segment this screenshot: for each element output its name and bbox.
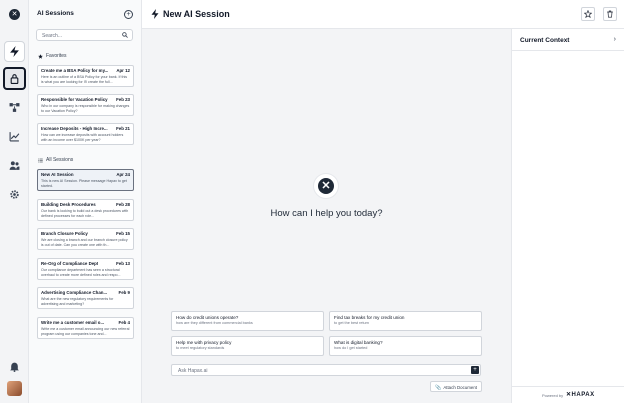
- chevron-right-icon[interactable]: ›: [614, 36, 616, 43]
- attach-document-button[interactable]: 📎 Attach Document: [430, 381, 482, 392]
- users-icon[interactable]: [4, 155, 25, 176]
- session-preview: What are the new regulatory requirements…: [41, 297, 114, 306]
- favorites-label: Favorites: [46, 53, 67, 59]
- session-title: Write me a customer email o...: [41, 320, 105, 325]
- favorite-button[interactable]: [581, 7, 595, 21]
- page-title: New AI Session: [163, 9, 230, 19]
- session-card[interactable]: Building Desk Procedures Feb 28 Our bank …: [37, 199, 134, 221]
- session-preview: Write me a customer email announcing our…: [41, 327, 130, 336]
- app: ✕ AI Sessions + Search... Favorites Crea…: [0, 0, 624, 403]
- session-date: Feb 13: [116, 261, 130, 266]
- session-card[interactable]: Increase Deposits - High Incre... Feb 21 …: [37, 123, 134, 145]
- session-date: Apr 24: [116, 172, 130, 177]
- session-preview: This is new AI Session. Please message H…: [41, 179, 127, 188]
- lock-icon[interactable]: [3, 67, 26, 90]
- bell-icon[interactable]: [4, 356, 25, 377]
- session-title: Branch Closure Policy: [41, 231, 88, 236]
- session-date: Feb 21: [116, 126, 130, 131]
- ask-placeholder: Ask Hapax.ai: [178, 368, 208, 374]
- suggestion-card[interactable]: Find tax breaks for my credit union to g…: [329, 311, 482, 331]
- session-preview: Our bank is looking to build out a desk …: [41, 209, 129, 218]
- suggestion-title: What is digital banking?: [334, 340, 383, 345]
- top-bar: New AI Session: [142, 0, 624, 29]
- all-sessions-section: All Sessions: [38, 157, 73, 163]
- brand-name: HAPAX: [571, 392, 595, 398]
- context-title: Current Context: [520, 37, 570, 44]
- all-sessions-label: All Sessions: [46, 157, 74, 163]
- bolt-icon: [151, 9, 159, 19]
- brand-logo: ✕HAPAX: [566, 392, 595, 398]
- session-preview: Who in our company is responsible for ma…: [41, 104, 130, 113]
- session-card[interactable]: Create me a BSA Policy for my... Apr 12 H…: [37, 65, 134, 87]
- session-title: Re-Org of Compliance Dept: [41, 261, 99, 266]
- suggestion-card[interactable]: How do credit unions operate? how are th…: [171, 311, 324, 331]
- attach-label: Attach Document: [443, 385, 477, 390]
- session-card[interactable]: Branch Closure Policy Feb 15 We are closi…: [37, 228, 134, 250]
- session-card[interactable]: Write me a customer email o... Feb 4 Writ…: [37, 317, 134, 339]
- gear-icon[interactable]: [4, 184, 25, 205]
- session-card[interactable]: Advertising Compliance Chan... Feb 9 What…: [37, 287, 134, 309]
- left-rail: ✕: [0, 0, 29, 403]
- favorites-section: Favorites: [38, 53, 67, 59]
- suggestion-subtitle: how are they different from commercial b…: [176, 321, 253, 325]
- session-title: New AI Session: [41, 172, 74, 177]
- suggestion-card[interactable]: Help me with privacy policy to meet regu…: [171, 336, 324, 356]
- session-date: Feb 15: [116, 231, 130, 236]
- session-title: Create me a BSA Policy for my...: [41, 68, 109, 73]
- search-placeholder: Search...: [42, 33, 63, 39]
- chart-icon[interactable]: [4, 126, 25, 147]
- session-date: Feb 23: [116, 97, 130, 102]
- search-input[interactable]: Search...: [36, 29, 133, 41]
- ask-input[interactable]: Ask Hapax.ai: [171, 364, 481, 376]
- suggestion-subtitle: to get the best return: [334, 321, 370, 325]
- session-title: Building Desk Procedures: [41, 202, 96, 207]
- workflow-icon[interactable]: [4, 97, 25, 118]
- powered-by-label: Powered by: [542, 393, 564, 398]
- session-preview: We are closing a branch and our branch c…: [41, 238, 128, 247]
- session-title: Advertising Compliance Chan...: [41, 290, 108, 295]
- star-icon: [38, 53, 43, 59]
- session-card[interactable]: Re-Org of Compliance Dept Feb 13 Our comp…: [37, 258, 134, 280]
- session-title: Responsible for Vacation Policy: [41, 97, 108, 102]
- suggestion-title: Find tax breaks for my credit union: [334, 315, 405, 320]
- session-date: Feb 4: [118, 320, 130, 325]
- paperclip-icon: 📎: [435, 385, 442, 391]
- suggestion-title: How do credit unions operate?: [176, 315, 239, 320]
- avatar[interactable]: [7, 381, 22, 396]
- send-button[interactable]: +: [471, 366, 479, 374]
- session-preview: How can we increase deposits with accoun…: [41, 133, 124, 142]
- session-preview: Our compliance department has seen a str…: [41, 268, 121, 277]
- session-card[interactable]: Responsible for Vacation Policy Feb 23 Wh…: [37, 94, 134, 116]
- app-logo[interactable]: ✕: [9, 9, 20, 20]
- context-panel: Current Context › Powered by ✕HAPAX: [511, 29, 624, 403]
- delete-button[interactable]: [603, 7, 617, 21]
- trash-icon: [607, 10, 613, 18]
- powered-by-footer: Powered by ✕HAPAX: [512, 386, 624, 403]
- chat-area: ✕ How can I help you today? How do credi…: [142, 29, 511, 403]
- sessions-panel: AI Sessions + Search... Favorites Create…: [29, 0, 142, 403]
- add-session-button[interactable]: +: [124, 10, 133, 19]
- list-icon: [38, 158, 43, 162]
- search-icon: [122, 32, 128, 38]
- suggestion-subtitle: to meet regulatory standards: [176, 346, 225, 350]
- session-title: Increase Deposits - High Incre...: [41, 126, 108, 131]
- suggestion-title: Help me with privacy policy: [176, 340, 232, 345]
- session-date: Feb 28: [116, 202, 130, 207]
- context-header: Current Context ›: [512, 29, 624, 51]
- suggestion-subtitle: how do I get started: [334, 346, 368, 350]
- session-preview: Here is an outline of a BSA Policy for y…: [41, 75, 128, 84]
- suggestion-card[interactable]: What is digital banking? how do I get st…: [329, 336, 482, 356]
- bolt-icon[interactable]: [4, 41, 25, 62]
- panel-title: AI Sessions: [37, 10, 74, 17]
- hapax-logo: ✕: [314, 174, 338, 198]
- session-date: Feb 9: [118, 290, 130, 295]
- greeting: How can I help you today?: [270, 208, 383, 219]
- session-card[interactable]: New AI Session Apr 24 This is new AI Sess…: [37, 169, 134, 191]
- star-icon: [584, 10, 592, 18]
- session-date: Apr 12: [116, 68, 130, 73]
